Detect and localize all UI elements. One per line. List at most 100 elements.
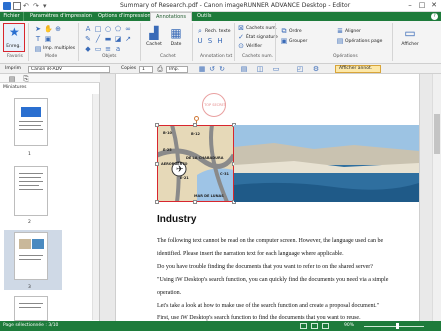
zoom-slider-knob[interactable] (395, 323, 399, 329)
rech-texte-label[interactable]: Rech. texte (205, 29, 231, 34)
customize-quick-access-icon[interactable]: ▾ (43, 2, 51, 10)
polygon-icon[interactable]: ⬠ (114, 25, 122, 33)
preview-icon[interactable]: ◰ (296, 65, 304, 73)
page-thumbnail[interactable] (14, 166, 48, 216)
arrow-icon[interactable]: ↗ (124, 35, 132, 43)
resize-handle[interactable] (155, 123, 159, 127)
layout-icon[interactable]: ▤ (240, 65, 248, 73)
thumbnail-image (32, 239, 44, 249)
text-select-icon[interactable]: T (34, 35, 42, 43)
align-icon[interactable]: ≣ (336, 27, 344, 35)
search-text-icon[interactable]: ⌕ (196, 27, 204, 35)
strikeout-icon[interactable]: S (206, 37, 214, 45)
line-width-icon[interactable]: ≡ (104, 45, 112, 53)
page-thumbnail[interactable] (14, 296, 48, 321)
minimize-button[interactable]: – (405, 1, 415, 10)
cachet-button[interactable]: ▟ Cachet (144, 24, 164, 53)
group-icon[interactable]: ▣ (280, 37, 288, 45)
snapshot-icon[interactable]: ▣ (44, 35, 52, 43)
rectangle-icon[interactable]: □ (94, 25, 102, 33)
grouper-label[interactable]: Grouper (289, 39, 307, 44)
fill-color-icon[interactable]: ◆ (84, 45, 92, 53)
tab-annotations[interactable]: Annotations (150, 12, 192, 21)
cachets-num-label[interactable]: Cachets num. (246, 26, 277, 31)
stamp-icon: ▟ (149, 26, 159, 40)
two-page-view-icon[interactable] (311, 323, 318, 329)
bookmarks-tab-icon[interactable]: ⎘ (22, 75, 30, 83)
settings-icon[interactable]: ⚙ (312, 65, 320, 73)
enreg-button[interactable]: ★ Enreg. (3, 23, 25, 52)
page-setup-icon[interactable]: ▭ (272, 65, 280, 73)
imp-multiples-label[interactable]: Imp. multiples (43, 46, 75, 51)
continuous-view-icon[interactable] (322, 323, 329, 329)
tab-print-settings[interactable]: Paramètres d'impression (30, 12, 92, 21)
zoom-slider[interactable] (364, 325, 424, 327)
line-icon[interactable]: ╱ (94, 35, 102, 43)
order-icon[interactable]: ⧉ (280, 27, 288, 35)
print-multiple-icon[interactable]: ▤ (34, 45, 42, 53)
page-operations-icon[interactable]: ▤ (336, 37, 344, 45)
document-view[interactable]: TOP SECRET ✈ B-10 B-12 E-25 AEROPUERTO D… (100, 74, 441, 321)
signature-status-icon[interactable]: ✓ (237, 33, 245, 41)
single-page-view-icon[interactable] (300, 323, 307, 329)
maximize-button[interactable]: □ (417, 1, 427, 10)
operations-page-label[interactable]: Opérations page (345, 39, 382, 44)
thumbnail-text-line (19, 259, 41, 260)
document-scrollbar[interactable] (432, 74, 441, 321)
page-thumbnail[interactable] (14, 98, 48, 146)
etat-signature-label[interactable]: État signature (246, 35, 278, 40)
hand-icon[interactable]: ✋ (44, 25, 53, 33)
resize-handle[interactable] (155, 200, 159, 204)
printer-select[interactable]: Canon iR-ADV (28, 65, 110, 73)
digital-stamp-icon[interactable]: ⊠ (237, 24, 245, 32)
zoom-level[interactable]: 90% (344, 323, 354, 328)
afficher-annot-button[interactable]: Afficher annot. (335, 65, 381, 73)
resize-handle[interactable] (193, 200, 197, 204)
resize-handle[interactable] (193, 123, 197, 127)
undo-icon[interactable]: ↶ (23, 2, 31, 10)
grid-icon[interactable]: ▦ (198, 65, 206, 73)
select-arrow-icon[interactable]: ➤ (34, 25, 42, 33)
page-thumbnail[interactable] (14, 232, 48, 280)
ellipse-icon[interactable]: ○ (104, 25, 112, 33)
zoom-icon[interactable]: ⊕ (54, 25, 62, 33)
ribbon-divider (78, 23, 79, 61)
pen-icon[interactable]: ✎ (84, 35, 92, 43)
help-icon[interactable]: ? (431, 13, 438, 20)
thumbnail-scrollbar[interactable] (92, 94, 99, 320)
tab-tools[interactable]: Outils (197, 12, 211, 21)
highlighter-icon[interactable]: ▬ (104, 35, 112, 43)
tab-file[interactable]: Fichier (0, 12, 24, 21)
resize-handle[interactable] (155, 162, 159, 166)
link-icon[interactable]: ∞ (124, 25, 132, 33)
copies-input[interactable]: 1 (139, 65, 153, 73)
highlight-text-icon[interactable]: H (216, 37, 224, 45)
verify-icon[interactable]: ⊙ (237, 42, 245, 50)
tab-page-options[interactable]: Options d'impression (98, 12, 151, 21)
redo-icon[interactable]: ↷ (33, 2, 41, 10)
print-icon[interactable]: ⎙ (156, 65, 164, 73)
coast-photo (234, 125, 419, 202)
underline-icon[interactable]: U (196, 37, 204, 45)
marker-icon[interactable]: ◪ (114, 35, 122, 43)
printer-label: Imprim (5, 66, 22, 71)
print-select[interactable]: Imp. (166, 65, 188, 73)
ordre-label[interactable]: Ordre (289, 29, 302, 34)
selection-box[interactable] (157, 125, 234, 202)
duplex-icon[interactable]: ◫ (256, 65, 264, 73)
aligner-label[interactable]: Aligner (345, 29, 361, 34)
top-secret-stamp[interactable]: TOP SECRET (202, 93, 226, 117)
save-quick-icon[interactable] (13, 2, 21, 10)
rotate-right-icon[interactable]: ↻ (218, 65, 226, 73)
cachet-label: Cachet (146, 42, 162, 47)
close-button[interactable]: ✕ (429, 1, 439, 10)
scrollbar-thumb[interactable] (434, 114, 440, 154)
thumbnails-tab-icon[interactable]: ▤ (8, 75, 16, 83)
rotate-left-icon[interactable]: ↺ (208, 65, 216, 73)
verifier-label[interactable]: Vérifier (246, 44, 262, 49)
font-icon[interactable]: a (114, 45, 122, 53)
afficher-button[interactable]: ▭ Afficher (400, 24, 420, 53)
text-box-icon[interactable]: A (84, 25, 92, 33)
line-color-icon[interactable]: ▭ (94, 45, 102, 53)
date-button[interactable]: ▦ Date (166, 24, 186, 53)
